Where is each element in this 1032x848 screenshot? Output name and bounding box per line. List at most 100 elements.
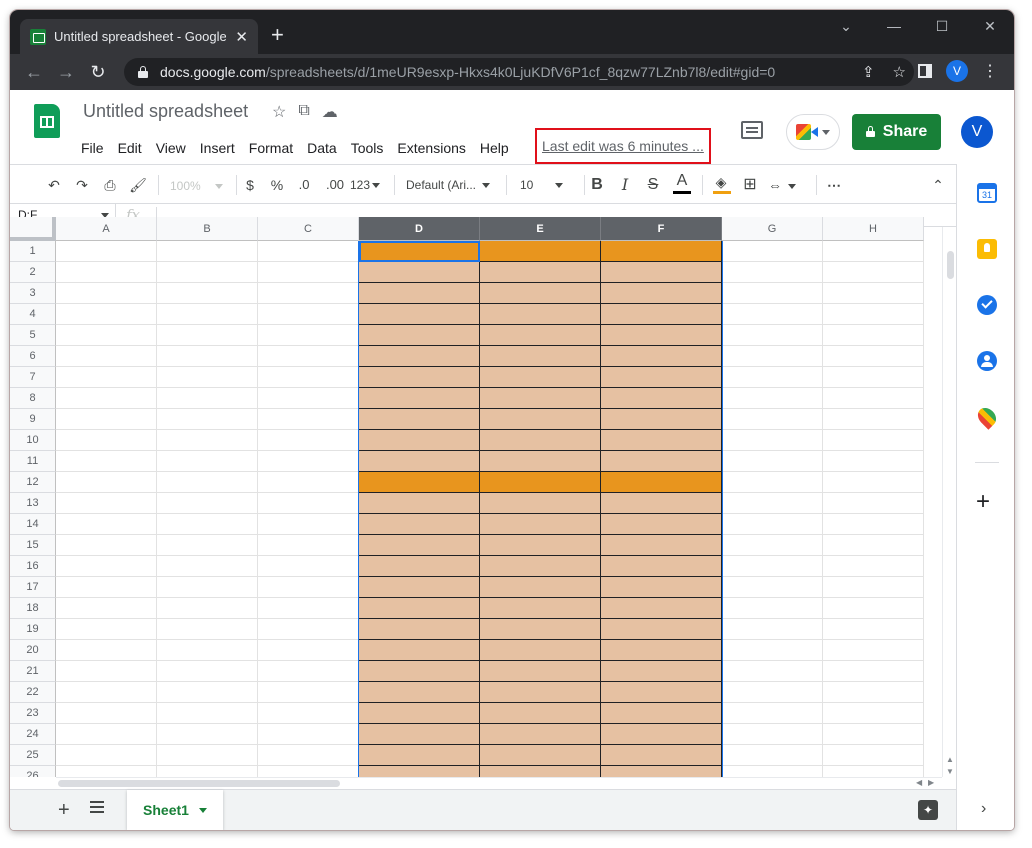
cell-e17[interactable] [480,577,601,598]
cell-d1[interactable] [359,241,480,262]
lock-icon[interactable] [138,66,148,78]
cell-g21[interactable] [722,661,823,682]
cell-f8[interactable] [601,388,722,409]
cell-d10[interactable] [359,430,480,451]
cell-d15[interactable] [359,535,480,556]
cell-a17[interactable] [56,577,157,598]
chrome-menu-icon[interactable]: ⋮ [982,61,998,81]
minimize-button[interactable]: — [870,18,918,34]
redo-icon[interactable]: ↷ [72,175,92,195]
row-header-18[interactable]: 18 [10,598,56,619]
cell-b16[interactable] [157,556,258,577]
cell-e25[interactable] [480,745,601,766]
menu-edit[interactable]: Edit [111,138,149,158]
cell-d3[interactable] [359,283,480,304]
cell-h12[interactable] [823,472,924,493]
cell-d4[interactable] [359,304,480,325]
cell-f1[interactable] [601,241,722,262]
cell-a26[interactable] [56,766,157,777]
cell-b26[interactable] [157,766,258,777]
back-arrow-icon[interactable]: ← [22,60,46,84]
cell-b18[interactable] [157,598,258,619]
cell-b19[interactable] [157,619,258,640]
cell-e8[interactable] [480,388,601,409]
cell-e10[interactable] [480,430,601,451]
cell-b15[interactable] [157,535,258,556]
row-header-17[interactable]: 17 [10,577,56,598]
cell-d2[interactable] [359,262,480,283]
cell-f11[interactable] [601,451,722,472]
share-page-icon[interactable]: ⇪ [862,63,875,81]
cell-e4[interactable] [480,304,601,325]
cell-h26[interactable] [823,766,924,777]
cell-a4[interactable] [56,304,157,325]
cell-h15[interactable] [823,535,924,556]
cell-g4[interactable] [722,304,823,325]
cell-e26[interactable] [480,766,601,777]
row-header-20[interactable]: 20 [10,640,56,661]
row-header-21[interactable]: 21 [10,661,56,682]
cell-h6[interactable] [823,346,924,367]
column-header-h[interactable]: H [823,217,924,241]
share-button[interactable]: Share [852,114,941,150]
cell-c5[interactable] [258,325,359,346]
zoom-select[interactable]: 100% [170,175,230,195]
cell-b23[interactable] [157,703,258,724]
meet-button[interactable] [786,114,840,150]
cell-g10[interactable] [722,430,823,451]
cell-h14[interactable] [823,514,924,535]
menu-extensions[interactable]: Extensions [390,138,472,158]
cell-g15[interactable] [722,535,823,556]
cell-a25[interactable] [56,745,157,766]
calendar-icon[interactable]: 31 [977,183,997,203]
row-header-2[interactable]: 2 [10,262,56,283]
cell-d13[interactable] [359,493,480,514]
menu-file[interactable]: File [74,138,111,158]
row-header-24[interactable]: 24 [10,724,56,745]
italic-button[interactable]: I [616,175,634,195]
cell-d17[interactable] [359,577,480,598]
cell-a13[interactable] [56,493,157,514]
cell-h22[interactable] [823,682,924,703]
cell-c25[interactable] [258,745,359,766]
row-header-19[interactable]: 19 [10,619,56,640]
cell-b17[interactable] [157,577,258,598]
cell-f18[interactable] [601,598,722,619]
cell-b25[interactable] [157,745,258,766]
select-all-corner[interactable] [10,217,56,241]
decrease-decimal-button[interactable]: .0 [294,175,314,195]
cell-b7[interactable] [157,367,258,388]
cell-f21[interactable] [601,661,722,682]
cell-a15[interactable] [56,535,157,556]
maximize-button[interactable]: ☐ [918,18,966,35]
sheet-tab[interactable]: Sheet1 [127,790,223,830]
cell-b12[interactable] [157,472,258,493]
cell-d12[interactable] [359,472,480,493]
cell-f23[interactable] [601,703,722,724]
undo-icon[interactable]: ↶ [44,175,64,195]
star-icon[interactable]: ☆ [272,102,286,122]
cell-a8[interactable] [56,388,157,409]
cell-f12[interactable] [601,472,722,493]
scroll-left-arrow-icon[interactable]: ◀ [916,778,922,787]
cell-e15[interactable] [480,535,601,556]
cell-b2[interactable] [157,262,258,283]
cell-f5[interactable] [601,325,722,346]
cell-h4[interactable] [823,304,924,325]
cell-a18[interactable] [56,598,157,619]
row-header-23[interactable]: 23 [10,703,56,724]
cell-c2[interactable] [258,262,359,283]
cell-e1[interactable] [480,241,601,262]
cell-g3[interactable] [722,283,823,304]
address-bar[interactable]: docs.google.com/spreadsheets/d/1meUR9esx… [124,58,914,86]
cell-f25[interactable] [601,745,722,766]
cell-f9[interactable] [601,409,722,430]
cell-a16[interactable] [56,556,157,577]
cell-f6[interactable] [601,346,722,367]
cell-g11[interactable] [722,451,823,472]
cell-h19[interactable] [823,619,924,640]
menu-data[interactable]: Data [300,138,344,158]
cell-b4[interactable] [157,304,258,325]
cell-g22[interactable] [722,682,823,703]
cloud-status-icon[interactable]: ☁ [322,102,338,122]
